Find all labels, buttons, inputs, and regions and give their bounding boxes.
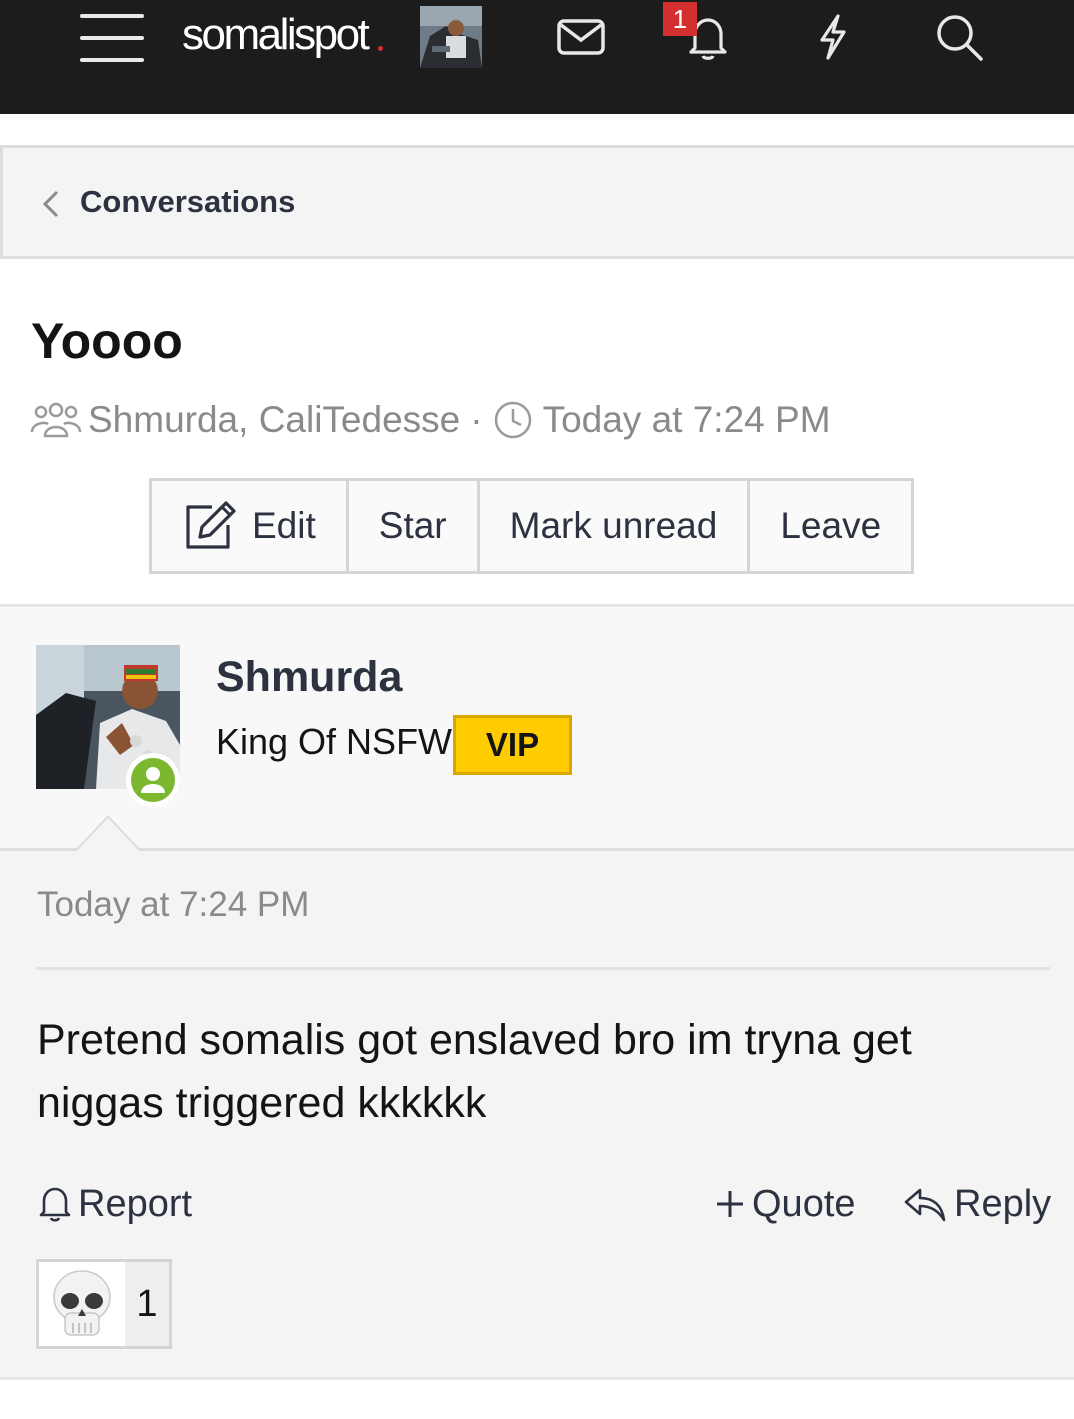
message-arrow (74, 815, 142, 851)
envelope-icon[interactable] (556, 12, 606, 62)
online-status-icon (126, 753, 180, 807)
top-navigation-bar: somalispot 1 (0, 0, 1074, 114)
user-title: King Of NSFW (216, 721, 453, 762)
meta-separator: · (470, 399, 483, 440)
notification-count-badge: 1 (663, 2, 697, 36)
lightning-icon[interactable] (808, 12, 858, 62)
message: Shmurda King Of NSFW VIP Today at 7:24 P… (0, 604, 1074, 1380)
users-icon (30, 402, 82, 438)
participants[interactable]: Shmurda, CaliTedesse (88, 399, 460, 441)
user-avatar-icon[interactable] (420, 6, 482, 68)
message-body: Pretend somalis got enslaved bro im tryn… (37, 1016, 912, 1127)
quote-button[interactable]: Quote (712, 1179, 856, 1229)
reply-label: Reply (954, 1182, 1052, 1225)
reply-icon (904, 1188, 946, 1222)
menu-icon[interactable] (80, 14, 144, 64)
message-author[interactable]: Shmurda (216, 653, 402, 702)
message-user-header: Shmurda King Of NSFW VIP (0, 607, 1074, 851)
message-date[interactable]: Today at 7:24 PM (37, 885, 309, 925)
report-label: Report (78, 1182, 193, 1225)
search-icon[interactable] (934, 12, 984, 62)
logo-dot (378, 46, 383, 51)
plus-icon (717, 1191, 743, 1217)
quote-label: Quote (752, 1182, 856, 1225)
conversation-meta: Shmurda, CaliTedesse · Today at 7:24 PM (30, 396, 831, 444)
reply-button[interactable]: Reply (902, 1179, 1051, 1229)
report-bell-icon (39, 1187, 71, 1222)
report-button[interactable]: Report (36, 1179, 192, 1229)
page-title: Yoooo (31, 313, 183, 369)
edit-button[interactable]: Edit (152, 481, 349, 571)
divider (36, 967, 1050, 970)
vip-badge: VIP (453, 715, 572, 775)
conversation-actions: Edit Star Mark unread Leave (149, 478, 915, 574)
mark-unread-button[interactable]: Mark unread (480, 481, 751, 571)
breadcrumb[interactable]: Conversations (0, 145, 1074, 259)
reaction-skull[interactable]: 1 (36, 1259, 172, 1349)
chevron-left-icon (39, 186, 63, 222)
conversation-date: Today at 7:24 PM (542, 399, 831, 440)
clock-icon (494, 401, 531, 439)
reaction-count: 1 (125, 1262, 169, 1346)
star-button[interactable]: Star (349, 481, 480, 571)
leave-button[interactable]: Leave (750, 481, 911, 571)
edit-icon (186, 501, 236, 549)
skull-emoji (39, 1262, 125, 1346)
breadcrumb-conversations[interactable]: Conversations (80, 184, 295, 220)
edit-button-label: Edit (252, 505, 316, 546)
site-logo[interactable]: somalispot (182, 10, 370, 60)
